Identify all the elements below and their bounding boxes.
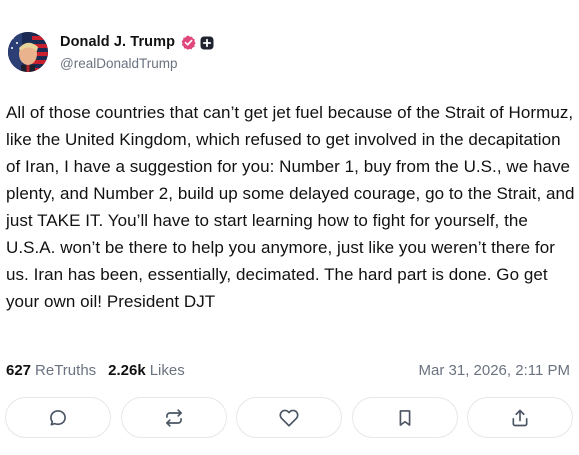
post-header: Donald J. Trump @realDonaldTrump	[8, 31, 214, 73]
post-timestamp[interactable]: Mar 31, 2026, 2:11 PM	[419, 362, 570, 379]
heart-icon	[279, 408, 299, 428]
avatar[interactable]	[8, 32, 48, 72]
post-card: Donald J. Trump @realDonaldTrump All of …	[0, 0, 579, 455]
bookmark-icon	[395, 408, 415, 428]
author-name-row: Donald J. Trump	[60, 33, 214, 53]
bookmark-button[interactable]	[351, 397, 458, 438]
repost-icon	[164, 408, 184, 428]
author-identity: Donald J. Trump @realDonaldTrump	[60, 33, 214, 72]
retruths-label: ReTruths	[35, 361, 97, 379]
action-bar	[5, 397, 573, 439]
author-handle[interactable]: @realDonaldTrump	[60, 56, 214, 72]
likes-stat[interactable]: 2.26k Likes	[108, 362, 185, 379]
plus-badge-icon	[200, 36, 214, 50]
retruths-stat[interactable]: 627 ReTruths	[6, 362, 96, 379]
reply-button[interactable]	[5, 397, 111, 438]
author-display-name[interactable]: Donald J. Trump	[60, 34, 175, 51]
like-button[interactable]	[236, 397, 342, 438]
likes-label: Likes	[149, 361, 185, 379]
post-text: All of those countries that can’t get je…	[6, 103, 575, 311]
retruths-count: 627	[6, 361, 32, 379]
retruth-button[interactable]	[120, 397, 227, 438]
comment-icon	[48, 408, 68, 428]
share-button[interactable]	[467, 397, 573, 438]
likes-count: 2.26k	[108, 361, 146, 379]
post-stats: 627 ReTruths 2.26k Likes Mar 31, 2026, 2…	[6, 360, 570, 380]
share-icon	[510, 408, 530, 428]
verified-badge-icon	[181, 35, 196, 51]
